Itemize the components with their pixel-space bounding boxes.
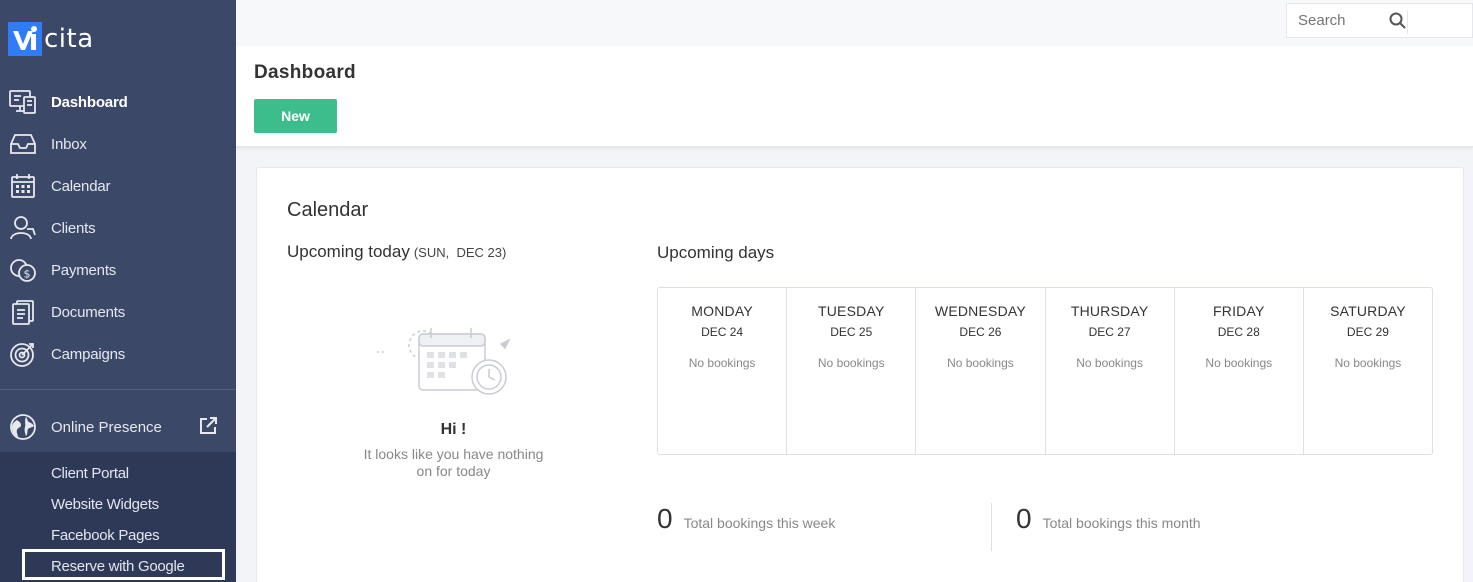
upcoming-today-label: Upcoming today [287, 242, 410, 261]
search-separator [1407, 10, 1408, 34]
sidebar-item-label: Dashboard [51, 93, 128, 111]
total-week-label: Total bookings this week [683, 515, 836, 531]
upcoming-today-heading: Upcoming today (SUN, DEC 23) [287, 242, 506, 262]
clients-icon [8, 213, 38, 243]
vcita-logo[interactable]: cita [8, 22, 94, 56]
day-name: WEDNESDAY [934, 303, 1026, 319]
day-name: MONDAY [691, 303, 753, 319]
page-title: Dashboard [254, 62, 356, 83]
empty-calendar-illustration [373, 320, 539, 415]
day-status: No bookings [1076, 356, 1143, 370]
day-date: DEC 24 [701, 325, 744, 339]
sidebar-item-label: Campaigns [51, 345, 126, 363]
sidebar-item-label: Inbox [51, 135, 87, 153]
day-date: DEC 26 [959, 325, 1002, 339]
day-column[interactable]: TUESDAY DEC 25 No bookings [787, 288, 917, 454]
upcoming-days-heading: Upcoming days [657, 243, 775, 262]
day-name: THURSDAY [1070, 303, 1149, 319]
booking-totals: 0 Total bookings this week 0 Total booki… [657, 503, 1433, 553]
day-status: No bookings [817, 356, 885, 370]
globe-icon [8, 412, 38, 442]
logo-mark [8, 22, 42, 56]
day-date: DEC 27 [1088, 325, 1131, 339]
sidebar-item-calendar[interactable]: Calendar [0, 165, 236, 207]
dashboard-icon [8, 87, 38, 117]
sidebar-item-label: Payments [51, 261, 117, 279]
sub-item-client-portal[interactable]: Client Portal [51, 465, 129, 482]
total-month-label: Total bookings this month [1042, 515, 1201, 531]
sidebar-item-payments[interactable]: $ Payments [0, 249, 236, 291]
sidebar-item-label: Calendar [51, 177, 111, 195]
total-month: 0 Total bookings this month [1016, 503, 1201, 535]
day-date: DEC 25 [830, 325, 873, 339]
sidebar-item-clients[interactable]: Clients [0, 207, 236, 249]
search-box [1286, 3, 1473, 38]
documents-icon [8, 297, 38, 327]
today-date: (SUN, DEC 23) [413, 245, 507, 260]
sub-item-website-widgets[interactable]: Website Widgets [51, 496, 159, 513]
top-bar [236, 0, 1473, 46]
sub-item-reserve-with-google[interactable]: Reserve with Google [51, 558, 185, 575]
new-button[interactable]: New [254, 99, 337, 133]
empty-message: It looks like you have nothing on for to… [363, 446, 544, 479]
day-status: No bookings [1334, 356, 1402, 370]
day-column[interactable]: FRIDAY DEC 28 No bookings [1175, 288, 1304, 454]
sidebar-item-campaigns[interactable]: Campaigns [0, 333, 236, 375]
upcoming-days-grid: MONDAY DEC 24 No bookings TUESDAY DEC 25… [657, 287, 1433, 455]
sidebar-item-inbox[interactable]: Inbox [0, 123, 236, 165]
brand-name: cita [44, 24, 94, 54]
total-week-value: 0 [657, 503, 673, 534]
sidebar: cita Dashboard Inbox Calendar Clients $ … [0, 0, 236, 582]
payments-icon: $ [8, 255, 38, 285]
campaigns-icon [8, 339, 38, 369]
sidebar-item-dashboard[interactable]: Dashboard [0, 81, 236, 123]
total-month-value: 0 [1016, 503, 1032, 534]
sidebar-item-documents[interactable]: Documents [0, 291, 236, 333]
calendar-icon [8, 171, 38, 201]
day-status: No bookings [1205, 356, 1273, 370]
sidebar-item-label: Documents [51, 303, 126, 321]
sidebar-item-online-presence[interactable]: Online Presence [0, 405, 236, 449]
main-nav: Dashboard Inbox Calendar Clients $ Payme… [0, 81, 236, 375]
day-date: DEC 28 [1217, 325, 1260, 339]
day-name: SATURDAY [1330, 303, 1406, 319]
day-name: TUESDAY [818, 303, 885, 319]
calendar-card: Calendar Upcoming today (SUN, DEC 23) Hi … [256, 167, 1464, 582]
totals-divider [991, 503, 992, 551]
day-column[interactable]: WEDNESDAY DEC 26 No bookings [916, 288, 1046, 454]
day-date: DEC 29 [1346, 325, 1389, 339]
sidebar-divider [0, 389, 236, 390]
sub-item-facebook-pages[interactable]: Facebook Pages [51, 527, 160, 544]
search-input[interactable] [1298, 12, 1378, 29]
day-status: No bookings [688, 356, 756, 370]
day-name: FRIDAY [1213, 303, 1265, 319]
online-presence-label: Online Presence [51, 418, 162, 436]
inbox-icon [8, 129, 38, 159]
card-title: Calendar [287, 199, 369, 221]
day-status: No bookings [947, 356, 1014, 370]
external-link-icon[interactable] [198, 416, 218, 441]
sidebar-item-label: Clients [51, 219, 96, 237]
total-week: 0 Total bookings this week [657, 503, 835, 535]
day-column[interactable]: THURSDAY DEC 27 No bookings [1046, 288, 1175, 454]
search-icon[interactable] [1386, 10, 1408, 32]
empty-title: Hi ! [440, 421, 467, 438]
day-column[interactable]: SATURDAY DEC 29 No bookings [1304, 288, 1432, 454]
page-header: Dashboard New [236, 46, 1473, 147]
svg-text:$: $ [24, 268, 31, 281]
day-column[interactable]: MONDAY DEC 24 No bookings [658, 288, 788, 454]
